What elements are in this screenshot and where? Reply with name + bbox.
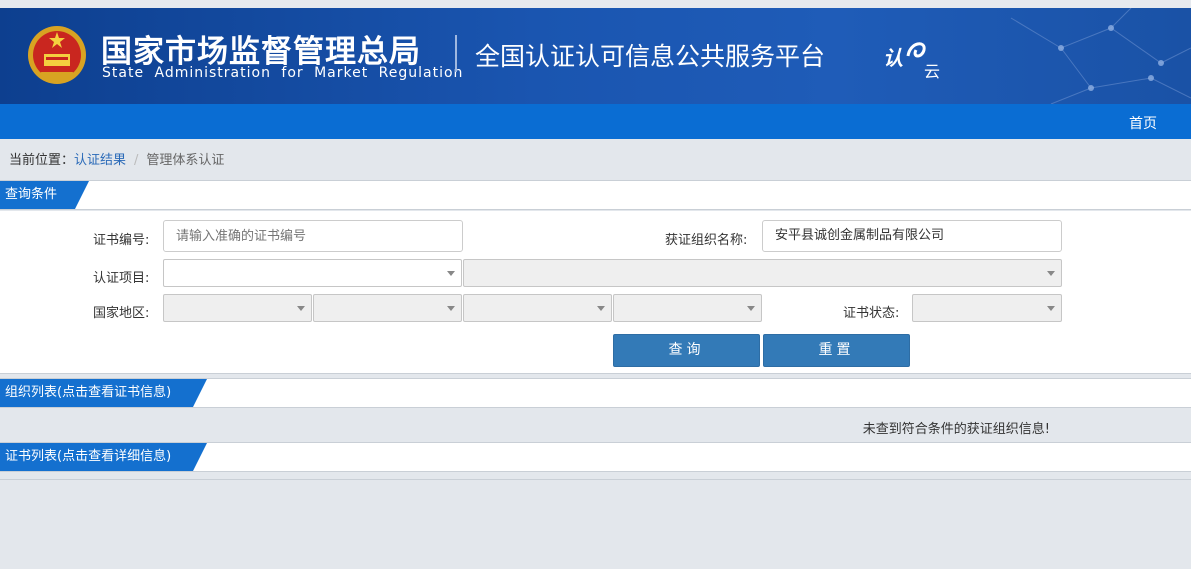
chevron-down-icon (1047, 306, 1055, 311)
region-select-country[interactable] (163, 294, 312, 322)
project-select-primary[interactable] (163, 259, 462, 287)
breadcrumb: 当前位置：认证结果 / 管理体系认证 (9, 149, 224, 168)
project-label: 认证项目: (93, 271, 150, 286)
reset-button[interactable]: 重置 (763, 334, 910, 367)
header-divider (455, 35, 457, 72)
query-form: 证书编号: 获证组织名称: 安平县诚创金属制品有限公司 认证项目: 国家地区: … (0, 211, 1191, 374)
cert-list-bottom-border (0, 479, 1191, 480)
cert-no-input[interactable] (163, 220, 463, 252)
query-panel-tab: 查询条件 (0, 181, 89, 209)
chevron-down-icon (297, 306, 305, 311)
empty-message: 未查到符合条件的获证组织信息! (862, 422, 1050, 437)
chevron-down-icon (447, 271, 455, 276)
platform-title: 全国认证认可信息公共服务平台 (475, 42, 826, 71)
breadcrumb-prefix: 当前位置： (9, 153, 75, 168)
cert-list-tab: 证书列表(点击查看详细信息) (0, 443, 207, 471)
chevron-down-icon (747, 306, 755, 311)
region-label: 国家地区: (93, 306, 150, 321)
region-select-city[interactable] (463, 294, 612, 322)
org-list-header: 组织列表(点击查看证书信息) (0, 378, 1191, 408)
main-nav: 首页 (0, 104, 1191, 139)
nav-home-link[interactable]: 首页 (1129, 113, 1157, 133)
region-select-district[interactable] (613, 294, 762, 322)
org-list-empty-row: 未查到符合条件的获证组织信息! (0, 409, 1191, 441)
chevron-down-icon (597, 306, 605, 311)
chevron-down-icon (1047, 271, 1055, 276)
breadcrumb-current: 管理体系认证 (146, 153, 225, 168)
org-list-tab: 组织列表(点击查看证书信息) (0, 379, 207, 407)
cert-list-header: 证书列表(点击查看详细信息) (0, 442, 1191, 472)
site-header: 国家市场监督管理总局 State Administration for Mark… (0, 0, 1191, 104)
status-label: 证书状态: (843, 306, 900, 321)
logo-text-yun: 云 (924, 62, 941, 81)
org-name-en: State Administration for Market Regulati… (102, 65, 464, 81)
status-select[interactable] (912, 294, 1062, 322)
chevron-down-icon (447, 306, 455, 311)
query-panel-header: 查询条件 (0, 180, 1191, 210)
renzheng-yun-logo: 认 云 (880, 36, 950, 82)
cert-no-label: 证书编号: (93, 233, 150, 248)
org-name-input[interactable]: 安平县诚创金属制品有限公司 (762, 220, 1062, 252)
breadcrumb-link-results[interactable]: 认证结果 (74, 153, 126, 168)
logo-text-ren: 认 (883, 46, 903, 70)
search-button[interactable]: 查询 (613, 334, 760, 367)
project-select-secondary[interactable] (463, 259, 1062, 287)
header-top-strip (0, 0, 1191, 8)
region-select-province[interactable] (313, 294, 462, 322)
national-emblem-icon (28, 26, 86, 84)
org-name-label: 获证组织名称: (665, 233, 748, 248)
breadcrumb-separator: / (134, 153, 139, 168)
